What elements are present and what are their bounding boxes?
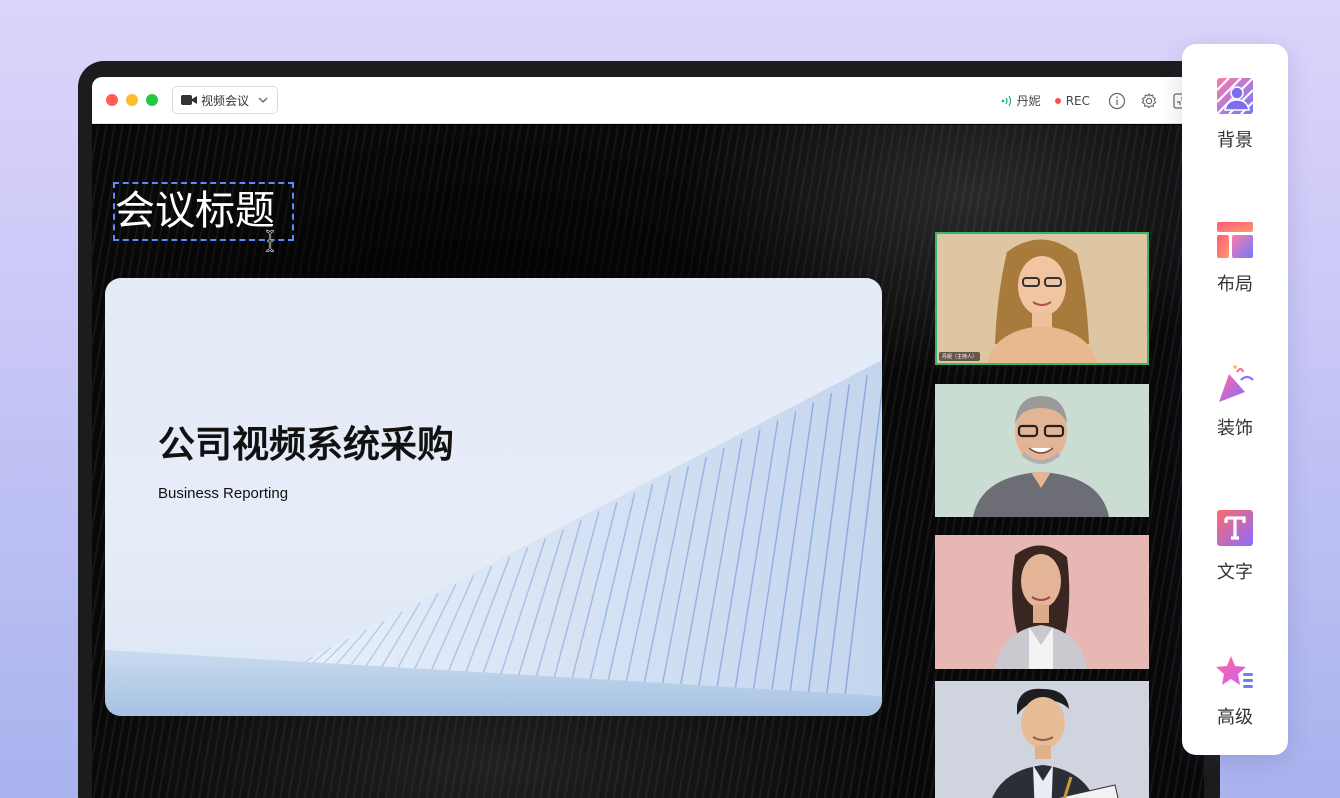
panel-item-background[interactable]: 背景 [1182, 76, 1288, 176]
meeting-type-label: 视频会议 [201, 93, 250, 108]
slide-title: 公司视频系统采购 [158, 423, 454, 466]
text-cursor-icon [265, 229, 275, 253]
participant-tile-host[interactable]: 丹妮（主持人） [935, 232, 1149, 365]
info-icon[interactable] [1108, 92, 1126, 110]
chevron-down-icon [258, 97, 268, 103]
participant-avatar [992, 688, 1119, 798]
advanced-icon [1216, 656, 1253, 688]
panel-item-label: 背景 [1217, 130, 1253, 151]
panel-item-label: 布局 [1217, 274, 1253, 295]
effects-side-panel: 背景 布局 装饰 文字 高级 [1182, 44, 1288, 755]
video-camera-icon [181, 95, 197, 105]
meeting-type-dropdown[interactable]: 视频会议 [172, 86, 278, 114]
panel-item-label: 装饰 [1217, 418, 1253, 439]
title-bar: 视频会议 丹妮 REC [92, 77, 1204, 124]
active-speaker-indicator: 丹妮 [1000, 92, 1041, 109]
slide-subtitle: Business Reporting [158, 485, 289, 502]
settings-gear-icon[interactable] [1140, 92, 1158, 110]
meeting-title-text: 会议标题 [115, 188, 275, 234]
meeting-window: 视频会议 丹妮 REC 会议标题 公司视频系统采购 Business Repor… [92, 77, 1204, 798]
participant-tile[interactable] [935, 384, 1149, 517]
record-dot-icon [1054, 97, 1061, 104]
text-icon [1217, 510, 1253, 546]
meeting-stage: 会议标题 公司视频系统采购 Business Reporting 丹妮（主持人） [92, 125, 1204, 798]
panel-item-text[interactable]: 文字 [1182, 508, 1288, 608]
maximize-window-button[interactable] [146, 94, 158, 106]
decoration-icon [1219, 365, 1254, 402]
panel-item-decoration[interactable]: 装饰 [1182, 364, 1288, 464]
rec-label: REC [1065, 93, 1090, 108]
panel-item-layout[interactable]: 布局 [1182, 220, 1288, 320]
participant-avatar [995, 545, 1087, 669]
layout-icon [1217, 222, 1253, 258]
participant-name-label: 丹妮（主持人） [939, 352, 981, 361]
recording-indicator[interactable]: REC [1054, 93, 1090, 108]
panel-item-advanced[interactable]: 高级 [1182, 653, 1288, 753]
presentation-slide[interactable]: 公司视频系统采购 Business Reporting [105, 278, 882, 716]
panel-item-label: 文字 [1217, 562, 1253, 583]
participant-avatar [973, 396, 1109, 517]
speaker-name: 丹妮 [1016, 94, 1041, 108]
participant-tile[interactable] [935, 681, 1149, 798]
participant-avatar [987, 239, 1097, 363]
participant-tile[interactable] [935, 535, 1149, 669]
close-window-button[interactable] [106, 94, 118, 106]
panel-item-label: 高级 [1217, 707, 1253, 728]
background-icon [1216, 77, 1254, 115]
sound-wave-icon [1001, 95, 1011, 106]
minimize-window-button[interactable] [126, 94, 138, 106]
